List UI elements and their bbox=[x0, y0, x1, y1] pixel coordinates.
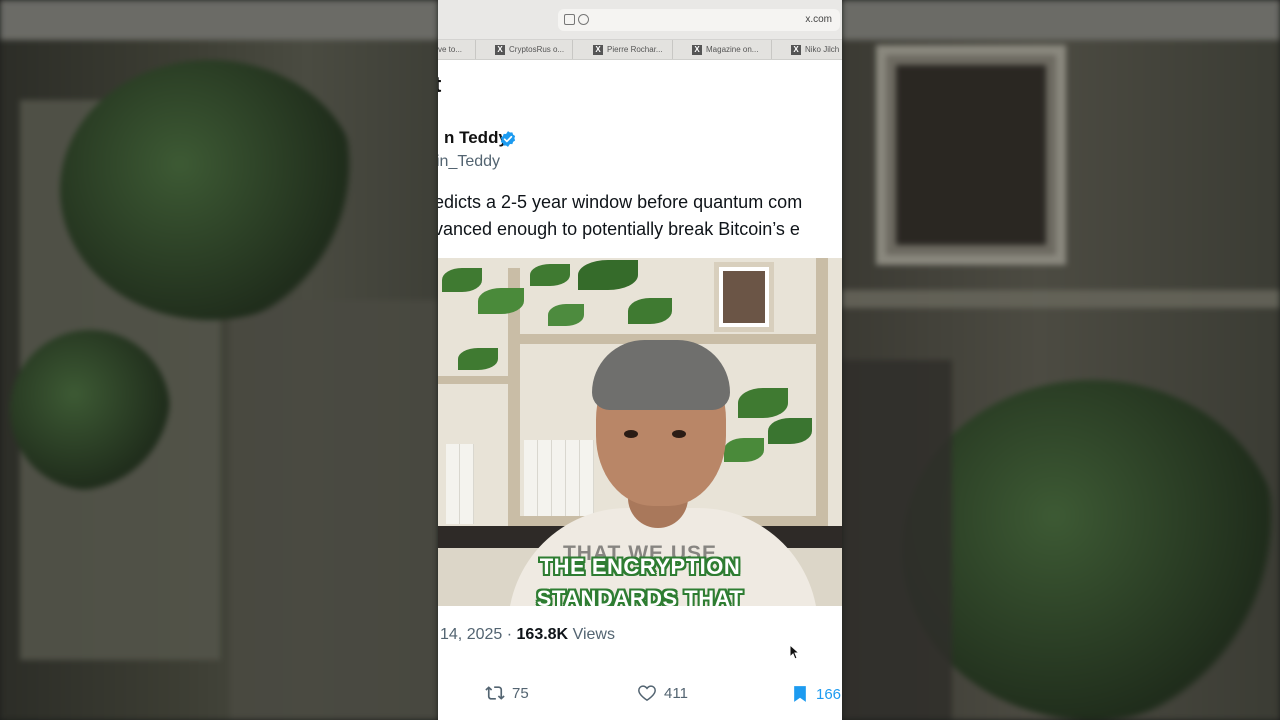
tab-bar: ve to... X CryptosRus o... X Pierre Rochar… bbox=[438, 40, 842, 60]
author-handle[interactable]: in_Teddy bbox=[438, 153, 500, 171]
views-label: Views bbox=[572, 626, 615, 643]
sidebar-icon[interactable] bbox=[564, 14, 575, 25]
blurred-background-right bbox=[842, 0, 1280, 720]
tab-label: CryptosRus o... bbox=[509, 45, 565, 54]
url-text: x.com bbox=[805, 14, 832, 25]
retweet-icon bbox=[485, 686, 505, 700]
bookmark-count: 166 bbox=[816, 685, 842, 703]
verified-badge-icon bbox=[500, 131, 516, 147]
blurred-background-left bbox=[0, 0, 438, 720]
add-icon[interactable] bbox=[578, 14, 589, 25]
bookmark-button[interactable]: 166 bbox=[790, 683, 841, 705]
post-date[interactable]: 14, 2025 bbox=[440, 626, 502, 643]
view-count: 163.8K bbox=[516, 626, 569, 643]
browser-tab[interactable]: X CryptosRus o... bbox=[491, 40, 573, 59]
like-count: 411 bbox=[664, 684, 688, 702]
x-logo-icon: X bbox=[593, 44, 603, 55]
heart-icon bbox=[638, 685, 656, 702]
browser-window: x.com ve to... X CryptosRus o... X Pierre … bbox=[438, 0, 842, 720]
x-logo-icon: X bbox=[495, 44, 505, 55]
x-logo-icon: X bbox=[692, 44, 702, 55]
post-meta: 14, 2025 · 163.8K Views bbox=[440, 626, 615, 644]
browser-tab[interactable]: X Niko Jilch bbox=[787, 40, 842, 59]
post-video[interactable]: THAT WE USE THE ENCRYPTION STANDARDS THA… bbox=[438, 258, 842, 606]
browser-tab[interactable]: X Magazine on... bbox=[688, 40, 772, 59]
screen: x.com ve to... X CryptosRus o... X Pierre … bbox=[0, 0, 1280, 720]
like-button[interactable]: 411 bbox=[636, 683, 688, 703]
tab-label: Magazine on... bbox=[706, 45, 759, 54]
x-logo-icon: X bbox=[791, 44, 801, 55]
video-caption-line: STANDARDS THAT bbox=[536, 586, 744, 606]
tab-label: ve to... bbox=[438, 45, 463, 54]
browser-tab[interactable]: X Pierre Rochar... bbox=[589, 40, 673, 59]
meta-separator: · bbox=[506, 626, 513, 643]
video-caption-line: THE ENCRYPTION bbox=[539, 554, 741, 579]
post-text-line: vanced enough to potentially break Bitco… bbox=[438, 219, 800, 239]
browser-tab[interactable]: ve to... bbox=[438, 40, 476, 59]
tab-label: Niko Jilch bbox=[805, 45, 840, 54]
url-field[interactable]: x.com bbox=[558, 9, 840, 31]
page-header-fragment: t bbox=[438, 72, 441, 98]
tab-label: Pierre Rochar... bbox=[607, 45, 663, 54]
blurred-picture-frame bbox=[876, 45, 1066, 265]
picture-frame bbox=[714, 262, 774, 332]
address-bar: x.com bbox=[438, 0, 842, 40]
retweet-button[interactable]: 75 bbox=[484, 683, 529, 703]
mouse-cursor-icon bbox=[789, 644, 799, 660]
bookmark-icon bbox=[794, 686, 806, 702]
speaker-hair bbox=[592, 340, 730, 410]
retweet-count: 75 bbox=[512, 684, 529, 702]
post-text-line: edicts a 2-5 year window before quantum … bbox=[438, 192, 803, 212]
